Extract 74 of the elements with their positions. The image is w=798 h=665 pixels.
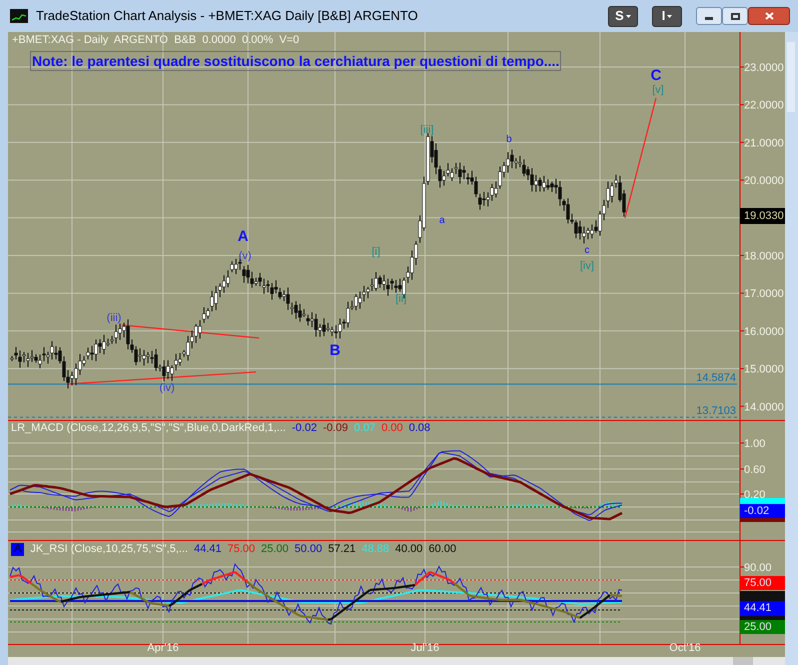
wave-label: c [584, 245, 590, 256]
axis-label: 20.0000 [744, 175, 784, 188]
axis-badge: 25.00 [740, 620, 785, 634]
indicator-value: 57.21 [328, 544, 356, 555]
close-icon [764, 12, 774, 20]
horizontal-scrollbar[interactable] [8, 657, 785, 665]
indicator-value: 50.00 [294, 544, 322, 555]
wave-label: [v] [652, 84, 664, 96]
axis-strip [740, 498, 785, 504]
axis-badge: 44.41 [740, 601, 785, 616]
axis-badge: 75.00 [740, 576, 785, 590]
reference-label: 13.7103 [696, 405, 736, 418]
caret-icon [626, 14, 631, 18]
wave-label: (iii) [106, 312, 122, 324]
indicator-value: 0.08 [408, 423, 430, 434]
indicator-value: 44.41 [194, 544, 222, 555]
wave-label: [i] [372, 246, 380, 258]
axis-label: 21.0000 [744, 137, 784, 150]
axis-label: 14.0000 [744, 401, 784, 414]
wave-label: B [330, 342, 340, 359]
wave-label: [iii] [420, 124, 434, 136]
axis-label: 15.0000 [744, 364, 784, 376]
wave-label: b [506, 134, 512, 145]
axis-label: 23.0000 [744, 62, 784, 74]
date-label: Jul'16 [410, 643, 440, 654]
minimize-button[interactable] [696, 7, 722, 25]
scrollbar-thumb[interactable] [733, 657, 753, 665]
axis-label: 90.00 [744, 562, 772, 574]
wave-label: A [238, 228, 248, 245]
indicator-value: 0.07 [354, 423, 376, 434]
indicator-title: LR_MACD (Close,12,26,9,5,"S","S",Blue,0,DarkRed,1,... [11, 423, 286, 434]
axis-strip [740, 518, 785, 522]
wave-label: (v) [238, 250, 252, 262]
toolbar-dropdown-button[interactable]: S [608, 6, 638, 26]
reference-label: 14.5874 [696, 372, 736, 384]
axis-label: 0.20 [744, 489, 766, 501]
indicator-value: 40.00 [395, 544, 423, 555]
indicator-value: 75.00 [227, 544, 256, 555]
indicator-value: -0.02 [292, 423, 317, 434]
wave-label: (iv) [159, 382, 175, 394]
wave-label: C [650, 67, 662, 84]
indicator-value: 25.00 [261, 544, 289, 555]
wave-label: [ii] [396, 293, 406, 305]
indicator-title: JK_RSI (Close,10,25,75,"S",5,... [30, 544, 188, 555]
axis-strip [740, 591, 785, 601]
chart-note: Note: le parentesi quadre sostituiscono la cerchiatura per questioni di tempo.... [30, 51, 562, 71]
indicator-value: 60.00 [428, 544, 456, 555]
axis-label: 18.0000 [744, 250, 784, 262]
close-button[interactable] [748, 7, 790, 25]
axis-strip [740, 616, 785, 620]
axis-label: 17.0000 [744, 288, 784, 300]
app-icon [10, 9, 28, 23]
last-price-badge: 19.0330 [740, 208, 785, 224]
axis-label: 16.0000 [744, 326, 784, 338]
window-title: TradeStation Chart Analysis - +BMET:XAG Daily [B&B] ARGENTO [36, 7, 418, 26]
wave-label: [iv] [580, 260, 594, 272]
axis-label: 22.0000 [744, 100, 784, 112]
indicator-value: 0.00 [381, 423, 403, 434]
date-label: Oct'16 [669, 643, 701, 654]
date-label: Apr'16 [147, 643, 179, 654]
chart-header: +BMET:XAG - Daily ARGENTO B&B 0.0000 0.00% V=0 [12, 35, 300, 46]
maximize-icon [730, 12, 740, 20]
vertical-scrollbar[interactable] [785, 32, 798, 665]
toolbar-dropdown-button[interactable]: I [652, 6, 682, 26]
scrollbar-thumb[interactable] [787, 42, 795, 112]
axis-label: 1.00 [744, 438, 766, 450]
wave-label: a [439, 215, 445, 226]
caret-icon [667, 14, 672, 18]
axis-label: 0.60 [744, 464, 766, 476]
minimize-icon [705, 16, 713, 20]
maximize-button[interactable] [722, 7, 748, 25]
indicator-value: -0.09 [322, 423, 348, 434]
indicator-value: 48.88 [362, 544, 390, 555]
axis-badge: -0.02 [740, 504, 785, 518]
